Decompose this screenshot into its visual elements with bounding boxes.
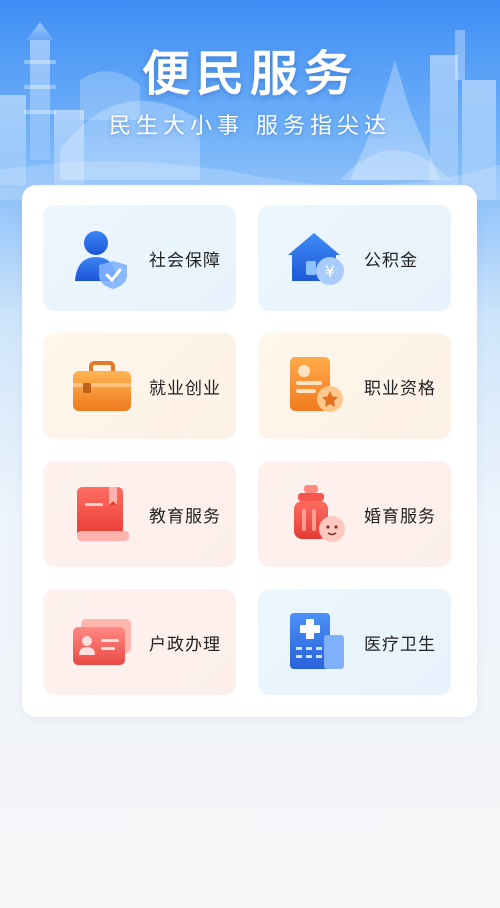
- service-employment[interactable]: 就业创业: [43, 333, 236, 439]
- services-card: 社会保障 ¥ 公积金 就业创业 职业资格 教育服务 婚育服务 户政办理 医疗卫生: [22, 185, 477, 717]
- service-social-security[interactable]: 社会保障: [43, 205, 236, 311]
- hero-banner: 便民服务 民生大小事 服务指尖达: [0, 0, 500, 200]
- service-education[interactable]: 教育服务: [43, 461, 236, 567]
- housing-fund-icon: ¥: [288, 233, 344, 285]
- certificate-icon: [290, 357, 343, 412]
- book-icon: [77, 487, 129, 541]
- id-card-icon: [73, 619, 131, 665]
- baby-bottle-icon: [294, 485, 345, 542]
- service-qualification[interactable]: 职业资格: [258, 333, 451, 439]
- service-medical-health[interactable]: 医疗卫生: [258, 589, 451, 695]
- service-label: 社会保障: [149, 250, 221, 271]
- service-label: 就业创业: [149, 378, 221, 399]
- service-label: 职业资格: [364, 378, 436, 399]
- service-label: 医疗卫生: [364, 634, 436, 655]
- service-label: 公积金: [364, 250, 418, 271]
- yuan-symbol: ¥: [325, 262, 335, 281]
- social-security-icon: [75, 231, 127, 289]
- service-label: 婚育服务: [364, 506, 436, 527]
- hospital-icon: [290, 613, 344, 669]
- page-subtitle: 民生大小事 服务指尖达: [109, 114, 391, 139]
- service-label: 户政办理: [149, 634, 221, 655]
- page-title: 便民服务: [141, 46, 358, 102]
- service-housing-fund[interactable]: ¥ 公积金: [258, 205, 451, 311]
- service-label: 教育服务: [149, 506, 221, 527]
- service-marriage-childbirth[interactable]: 婚育服务: [258, 461, 451, 567]
- service-household-registration[interactable]: 户政办理: [43, 589, 236, 695]
- briefcase-icon: [73, 361, 131, 411]
